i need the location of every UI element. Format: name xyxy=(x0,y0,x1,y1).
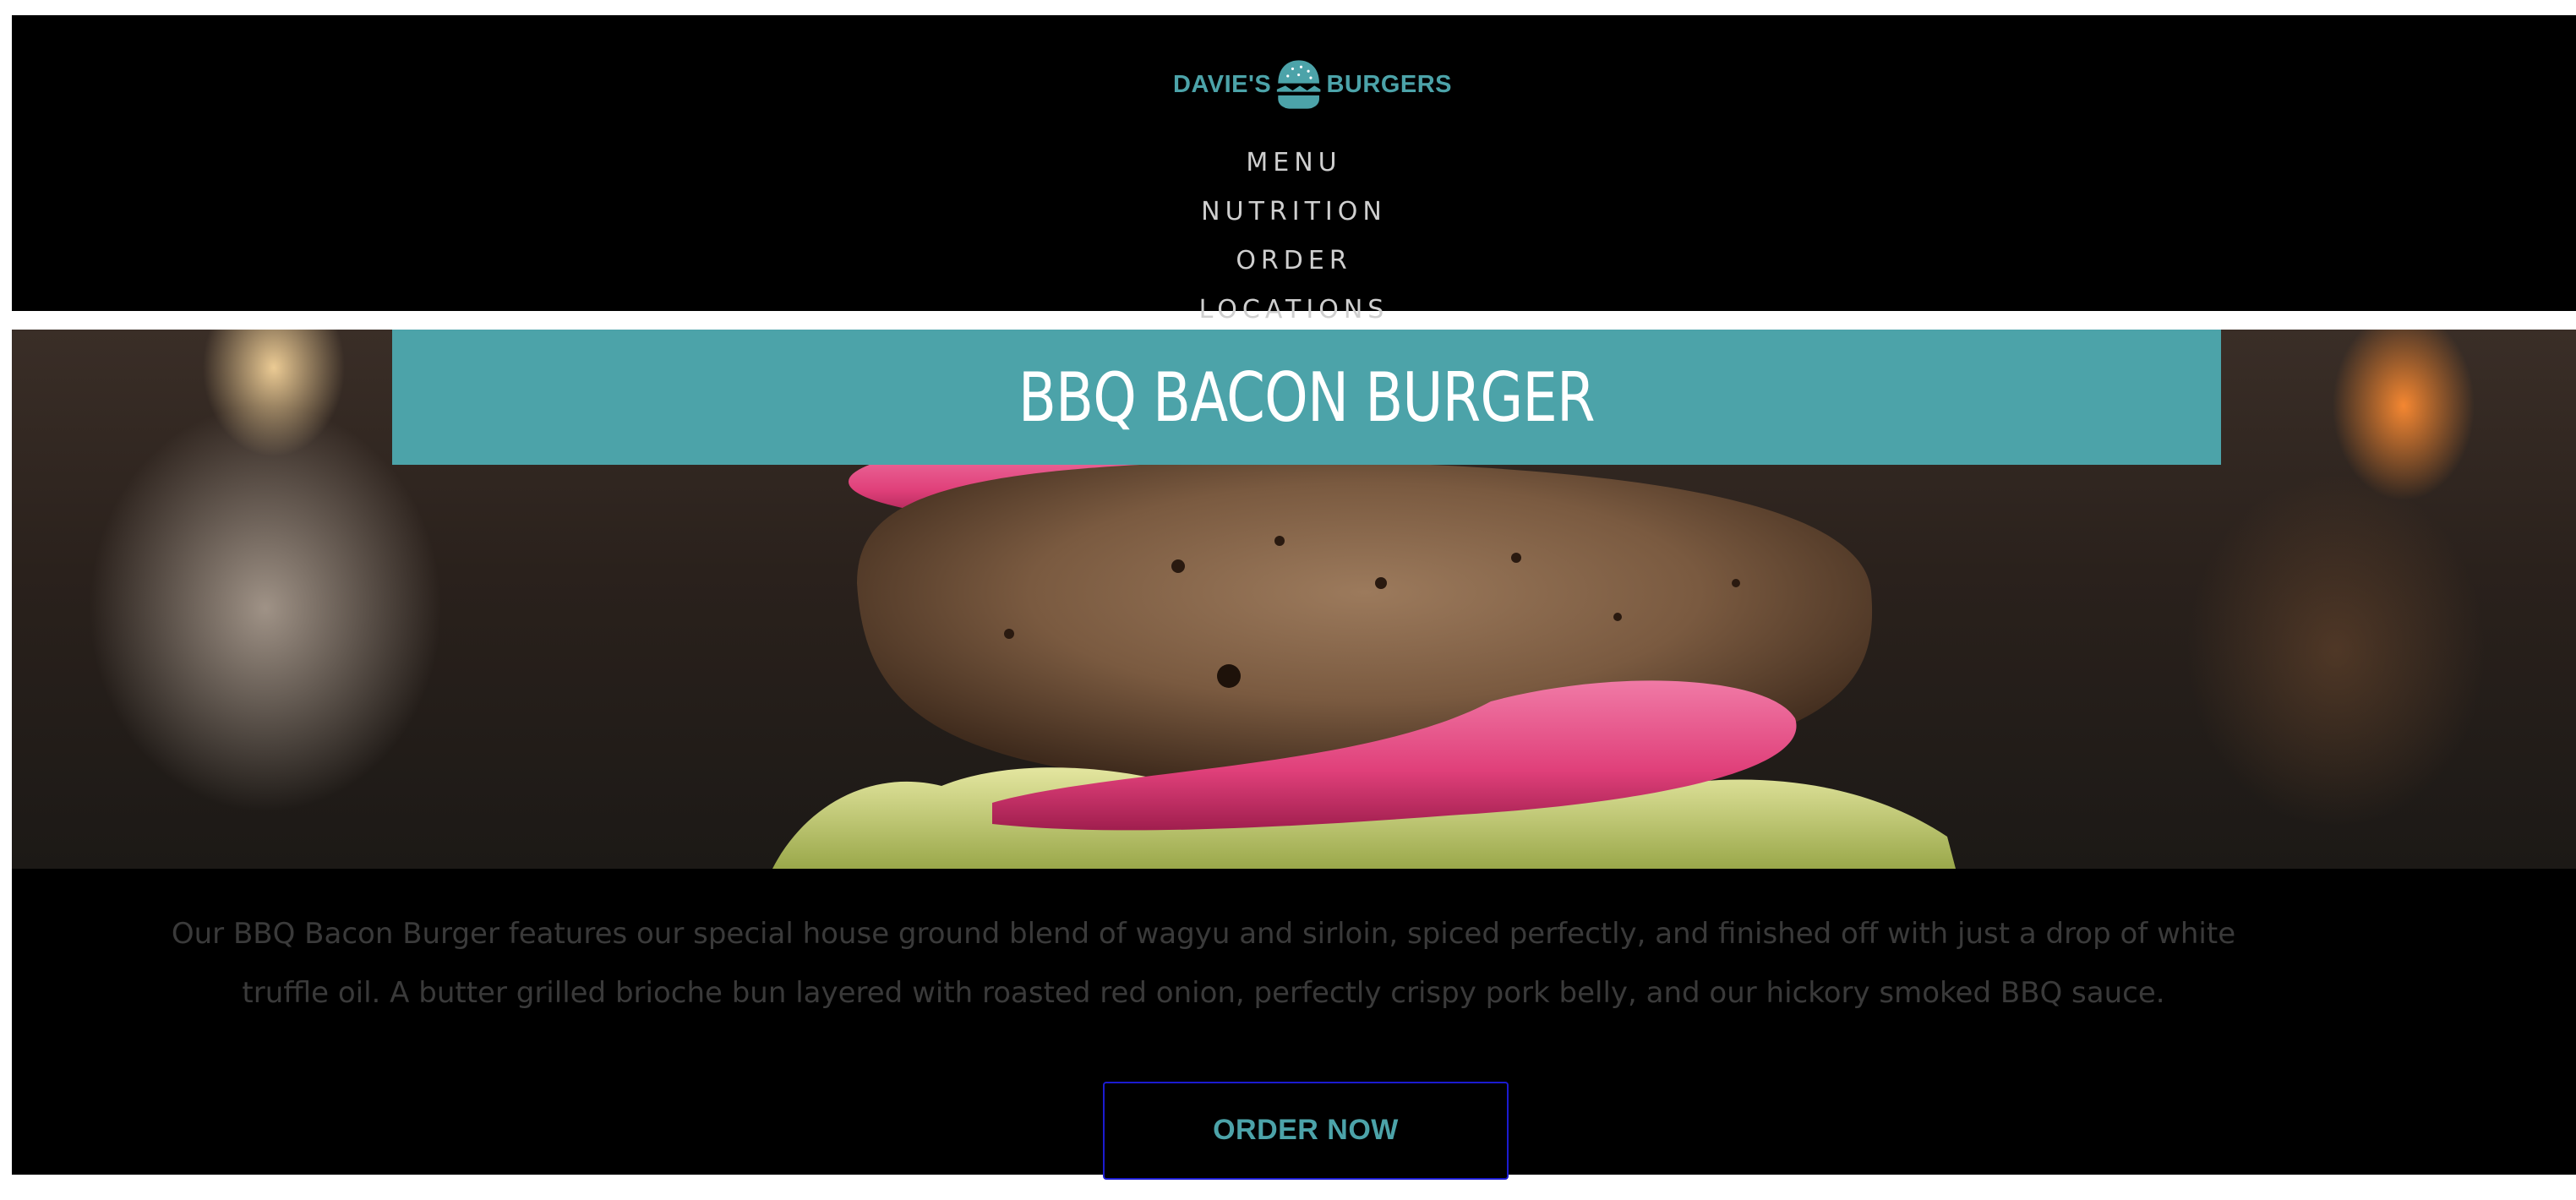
nav-item-locations[interactable]: LOCATIONS xyxy=(1199,286,1389,335)
page-title: BBQ BACON BURGER xyxy=(1018,357,1596,437)
logo-text-left: DAVIE'S xyxy=(1173,70,1272,98)
order-now-button[interactable]: ORDER NOW xyxy=(1103,1082,1509,1180)
main-nav: MENU NUTRITION ORDER LOCATIONS xyxy=(12,139,2576,335)
title-banner: BBQ BACON BURGER xyxy=(392,330,2221,465)
nav-item-menu[interactable]: MENU xyxy=(1246,139,1341,188)
burger-icon xyxy=(1277,60,1321,109)
burger-description: Our BBQ Bacon Burger features our specia… xyxy=(171,917,2236,1010)
nav-item-order[interactable]: ORDER xyxy=(1236,237,1351,286)
logo-text-right: BURGERS xyxy=(1326,70,1452,98)
hero-section: BBQ BACON BURGER xyxy=(12,330,2576,869)
nav-item-nutrition[interactable]: NUTRITION xyxy=(1201,188,1387,237)
site-header: DAVIE'S BURGERS MENU NUTRITION ORDER LOC… xyxy=(12,15,2576,325)
description-section: Our BBQ Bacon Burger features our specia… xyxy=(12,869,2576,1180)
brand-logo[interactable]: DAVIE'S BURGERS xyxy=(1173,44,1452,125)
page: DAVIE'S BURGERS MENU NUTRITION ORDER LOC… xyxy=(0,0,2576,1200)
